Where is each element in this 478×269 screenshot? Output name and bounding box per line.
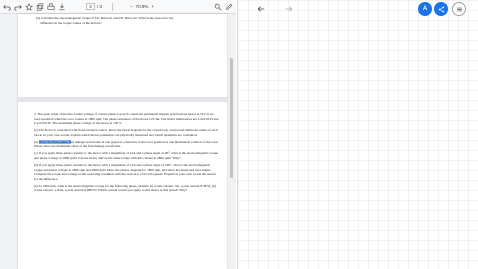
user-avatar[interactable]: A (418, 2, 432, 16)
star-icon[interactable] (24, 2, 33, 12)
page-total: / 3 (97, 4, 103, 9)
question-2b: (b) Draw the three-phase flux linkage wa… (34, 139, 219, 149)
toolbar-divider (112, 2, 114, 11)
zoom-in-icon[interactable]: + (151, 4, 154, 9)
question-1d-line-2: difference in the torque values of the m… (40, 20, 102, 25)
print-icon[interactable] (46, 2, 55, 12)
text-selection-highlight[interactable]: Draw the three-phase fl (38, 139, 71, 144)
app-window: 2 / 3 − 70.9% + (d) Calculate the electr… (0, 0, 478, 269)
scrollbar-thumb[interactable] (230, 58, 233, 178)
question-2e: (e) At 1800 rpm, what is the electromagn… (34, 183, 217, 193)
undo-icon[interactable] (2, 2, 11, 12)
zoom-level[interactable]: 70.9% (136, 4, 149, 9)
forward-arrow-icon (285, 0, 293, 18)
share-icon (438, 0, 445, 18)
page1-tail-text: (d) Calculate the electromagnetic torque… (36, 16, 216, 25)
copy-icon[interactable] (35, 2, 44, 12)
question-2c: (c) If you apply three-phase currents to… (34, 151, 218, 160)
back-button[interactable] (254, 2, 268, 16)
page-current: 2 (89, 4, 92, 9)
page-separator (18, 97, 227, 102)
page-indicator: 2 / 3 (86, 3, 102, 10)
question-2-block: 2. The peak value of the line-to-line vo… (34, 112, 219, 195)
redo-icon[interactable] (13, 2, 22, 12)
menu-icon (456, 0, 463, 18)
zoom-control[interactable]: − 70.9% + (130, 4, 154, 9)
page-number-input[interactable]: 2 (86, 3, 95, 10)
question-2a: (a) The motor is controlled with field-o… (34, 128, 218, 137)
avatar-initial: A (422, 6, 428, 12)
back-arrow-icon (257, 0, 265, 18)
menu-button[interactable] (452, 2, 466, 16)
share-button[interactable] (434, 2, 448, 16)
search-icon[interactable] (213, 2, 222, 12)
question-2-intro: 2. The peak value of the line-to-line vo… (34, 112, 219, 126)
pdf-toolbar: 2 / 3 − 70.9% + (0, 0, 236, 14)
pdf-viewer: 2 / 3 − 70.9% + (d) Calculate the electr… (0, 0, 236, 269)
zoom-out-icon[interactable]: − (130, 4, 133, 9)
forward-button[interactable] (282, 2, 296, 16)
download-icon[interactable] (57, 2, 66, 12)
question-2d: (d) If you apply three-phase currents to… (34, 162, 216, 181)
pencil-icon[interactable] (224, 2, 233, 12)
whiteboard-canvas[interactable] (237, 0, 478, 269)
